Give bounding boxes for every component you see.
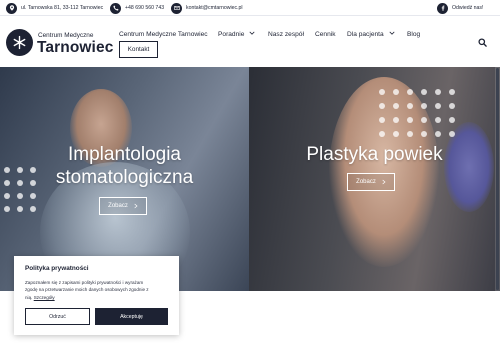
facebook-item[interactable]: Odwiedź nas! — [437, 2, 483, 14]
scrollbar-thumb[interactable] — [496, 68, 499, 290]
search-icon[interactable] — [476, 36, 488, 48]
location-icon — [6, 2, 17, 14]
nav-item-label: Nasz zespół — [268, 30, 304, 38]
facebook-label[interactable]: Odwiedź nas! — [452, 5, 483, 11]
nav-item-dla-pacjenta[interactable]: Dla pacjenta — [347, 27, 395, 41]
email-text[interactable]: kontakt@cmtarnowiec.pl — [186, 5, 243, 11]
nav-item-blog[interactable]: Blog — [407, 27, 420, 41]
nav-item-label: Dla pacjenta — [347, 30, 384, 38]
top-info-bar: ul. Tarnowska 81, 33-112 Tarnowiec +48 6… — [0, 0, 500, 16]
chevron-down-icon — [389, 30, 395, 38]
nav-item-label: Centrum Medyczne Tarnowiec — [119, 30, 208, 38]
nav-item-label: Blog — [407, 30, 421, 38]
nav-item-label: Cennik — [315, 30, 336, 38]
site-logo[interactable]: Centrum Medyczne Tarnowiec — [6, 27, 114, 59]
hero-zobacz-button-2[interactable]: Zobacz — [347, 173, 395, 191]
cookie-consent-box: Polityka prywatności Zapoznałem się z za… — [14, 256, 179, 335]
cookie-refuse-button[interactable]: Odrzuć — [25, 308, 90, 325]
kontakt-button[interactable]: Kontakt — [119, 41, 158, 58]
phone-text[interactable]: +48 690 560 743 — [125, 5, 164, 11]
chevron-down-icon — [249, 30, 255, 38]
nav-item-poradnie[interactable]: Poradnie — [218, 27, 255, 41]
decorative-dots — [379, 89, 455, 137]
nav-item-cennik[interactable]: Cennik — [315, 27, 336, 41]
logo-title: Tarnowiec — [37, 39, 114, 56]
email-item[interactable]: kontakt@cmtarnowiec.pl — [171, 2, 243, 14]
cookie-title: Polityka prywatności — [25, 265, 89, 272]
cookie-accept-button[interactable]: Akceptuję — [95, 308, 168, 325]
hero-title-plastyka: Plastyka powiek — [306, 144, 443, 165]
cookie-details-link[interactable]: Szczegóły — [34, 295, 55, 300]
address-text: ul. Tarnowska 81, 33-112 Tarnowiec — [21, 5, 104, 11]
nav-item-zespol[interactable]: Nasz zespół — [268, 27, 304, 41]
hero-title-implantologia: Implantologia stomatologiczna — [55, 144, 194, 188]
nav-item-centrum[interactable]: Centrum Medyczne Tarnowiec — [119, 27, 208, 41]
cookie-text: Zapoznałem się z zapisami polityki prywa… — [25, 280, 149, 300]
hero-zobacz-button-1[interactable]: Zobacz — [99, 197, 147, 215]
arrow-right-icon — [382, 178, 386, 187]
address-item: ul. Tarnowska 81, 33-112 Tarnowiec — [6, 2, 103, 14]
arrow-right-icon — [134, 202, 138, 211]
phone-icon — [110, 2, 121, 14]
email-icon — [171, 2, 182, 14]
site-header: Centrum Medyczne Tarnowiec Centrum Medyc… — [0, 17, 500, 67]
nav-item-label: Poradnie — [218, 30, 245, 38]
logo-mark-icon — [6, 29, 33, 56]
logo-subtitle: Centrum Medyczne — [38, 32, 94, 39]
facebook-icon — [437, 2, 448, 14]
phone-item[interactable]: +48 690 560 743 — [110, 2, 164, 14]
hero-slide-plastyka: Plastyka powiek Zobacz — [249, 67, 500, 291]
